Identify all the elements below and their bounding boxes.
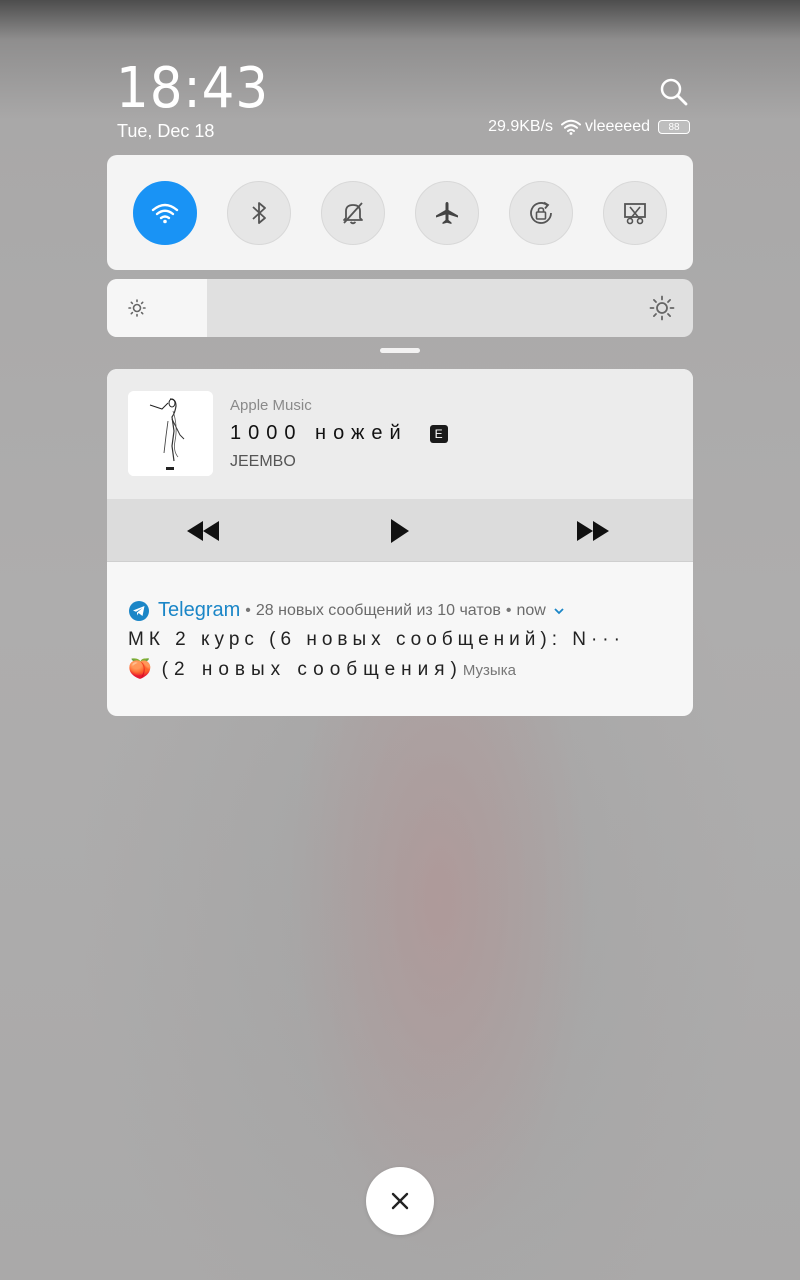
wifi-icon xyxy=(151,203,179,223)
telegram-time: now xyxy=(516,601,546,619)
play-icon xyxy=(391,519,409,543)
play-button[interactable] xyxy=(379,517,419,545)
wifi-toggle[interactable] xyxy=(133,180,197,245)
search-icon xyxy=(660,78,688,106)
brightness-slider[interactable] xyxy=(107,279,693,337)
brightness-fill xyxy=(107,279,207,337)
screenshot-icon xyxy=(624,202,646,224)
telegram-message-2-text: (2 новых сообщения) xyxy=(161,659,463,680)
airplane-icon xyxy=(436,201,458,224)
album-art-drawing xyxy=(128,391,213,476)
quick-toggles-panel xyxy=(107,155,693,270)
telegram-message-2-extra: Музыка xyxy=(462,662,516,679)
separator-dot: • xyxy=(505,601,512,619)
drag-handle[interactable] xyxy=(380,348,420,353)
separator-dot: • xyxy=(245,601,251,619)
brightness-low-icon xyxy=(128,299,146,317)
song-title: 1000 ножей xyxy=(230,422,408,444)
clock-time: 18:43 xyxy=(116,56,270,121)
screenshot-toggle[interactable] xyxy=(603,180,667,245)
rewind-icon xyxy=(187,521,219,541)
music-notification[interactable]: Apple Music 1000 ножей E JEEMBO xyxy=(107,369,693,499)
telegram-message-2: 🍑 (2 новых сообщения) Музыка xyxy=(128,657,516,681)
music-app-name: Apple Music xyxy=(230,397,312,414)
rotation-lock-icon xyxy=(530,201,552,224)
telegram-header: Telegram • 28 новых сообщений из 10 чато… xyxy=(128,599,566,622)
network-speed: 29.9KB/s xyxy=(488,118,554,135)
bluetooth-icon xyxy=(252,201,266,224)
status-bar: 29.9KB/s vleeeeed 88 xyxy=(488,116,690,138)
battery-indicator: 88 xyxy=(658,120,690,134)
airplane-toggle[interactable] xyxy=(415,180,479,245)
telegram-message-1: МК 2 курс (6 новых сообщений): N··· xyxy=(128,629,625,650)
wifi-status: vleeeeed xyxy=(561,118,650,136)
artist-name: JEEMBO xyxy=(230,453,296,470)
notifications-card: Apple Music 1000 ножей E JEEMBO Telegram… xyxy=(107,369,693,716)
brightness-high-icon xyxy=(649,295,675,321)
close-icon xyxy=(391,1192,409,1210)
bell-off-icon xyxy=(343,201,363,224)
rotation-lock-toggle[interactable] xyxy=(509,180,573,245)
peach-emoji: 🍑 xyxy=(128,659,152,680)
telegram-icon xyxy=(129,600,149,621)
search-button[interactable] xyxy=(658,76,690,108)
wifi-name: vleeeeed xyxy=(585,118,650,135)
telegram-app-name: Telegram xyxy=(158,599,241,621)
chevron-down-icon[interactable] xyxy=(552,606,566,616)
album-art xyxy=(128,391,213,476)
telegram-summary: 28 новых сообщений из 10 чатов xyxy=(255,601,501,619)
media-controls xyxy=(107,499,693,562)
explicit-badge: E xyxy=(429,424,448,443)
clear-notifications-button[interactable] xyxy=(366,1167,434,1235)
song-title-row: 1000 ножей E xyxy=(230,422,448,445)
previous-button[interactable] xyxy=(183,517,223,545)
mute-toggle[interactable] xyxy=(321,180,385,245)
bluetooth-toggle[interactable] xyxy=(227,180,291,245)
next-button[interactable] xyxy=(573,517,613,545)
fast-forward-icon xyxy=(577,521,609,541)
wifi-icon xyxy=(561,119,582,135)
clock-date: Tue, Dec 18 xyxy=(117,121,215,141)
